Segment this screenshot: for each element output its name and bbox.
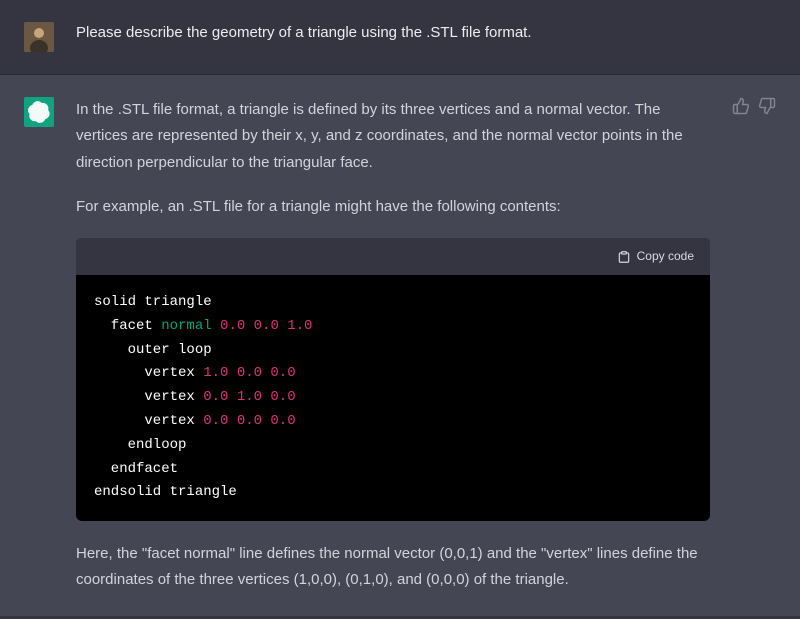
code-content[interactable]: solid triangle facet normal 0.0 0.0 1.0 … bbox=[76, 275, 710, 521]
user-avatar-image bbox=[24, 22, 54, 52]
assistant-avatar bbox=[24, 97, 54, 127]
assistant-paragraph-3: Here, the "facet normal" line defines th… bbox=[76, 541, 710, 594]
thumbs-down-button[interactable] bbox=[758, 97, 776, 115]
user-message-text: Please describe the geometry of a triang… bbox=[76, 22, 776, 45]
assistant-paragraph-1: In the .STL file format, a triangle is d… bbox=[76, 97, 710, 176]
thumbs-down-icon bbox=[758, 97, 776, 115]
user-message-content: Please describe the geometry of a triang… bbox=[76, 22, 776, 52]
openai-logo-icon bbox=[28, 101, 50, 123]
message-actions bbox=[732, 97, 776, 594]
copy-code-button[interactable]: Copy code bbox=[617, 246, 694, 267]
code-block: Copy code solid triangle facet normal 0.… bbox=[76, 238, 710, 521]
assistant-message-content: In the .STL file format, a triangle is d… bbox=[76, 97, 710, 594]
code-header: Copy code bbox=[76, 238, 710, 275]
thumbs-up-icon bbox=[732, 97, 750, 115]
assistant-message-row: In the .STL file format, a triangle is d… bbox=[0, 75, 800, 617]
assistant-paragraph-2: For example, an .STL file for a triangle… bbox=[76, 194, 710, 220]
clipboard-icon bbox=[617, 250, 631, 264]
thumbs-up-button[interactable] bbox=[732, 97, 750, 115]
user-message-row: Please describe the geometry of a triang… bbox=[0, 0, 800, 75]
user-avatar bbox=[24, 22, 54, 52]
copy-code-label: Copy code bbox=[637, 246, 694, 267]
